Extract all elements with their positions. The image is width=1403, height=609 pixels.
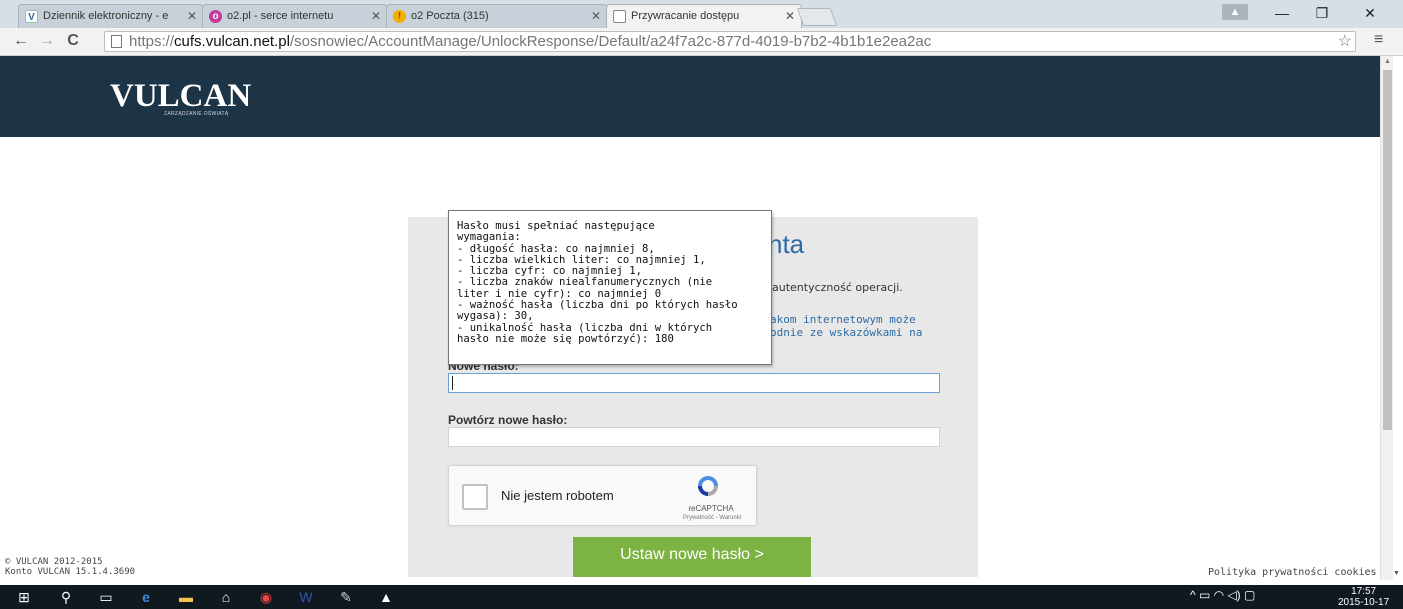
chrome-icon[interactable]: ◉ bbox=[256, 588, 276, 606]
url-text[interactable]: https://cufs.vulcan.net.pl/sosnowiec/Acc… bbox=[129, 33, 931, 51]
user-profile-icon[interactable]: ▲ bbox=[1222, 4, 1248, 20]
tab-label: Dziennik elektroniczny - e bbox=[43, 10, 169, 22]
browser-menu-icon[interactable]: ≡ bbox=[1374, 31, 1383, 49]
task-view-icon[interactable]: ▭ bbox=[96, 588, 116, 606]
back-icon[interactable]: ← bbox=[10, 31, 32, 51]
taskbar-clock[interactable]: 17:57 2015-10-17 bbox=[1338, 586, 1389, 608]
close-tab-icon[interactable]: ✕ bbox=[187, 5, 197, 27]
tab-label: o2 Poczta (315) bbox=[411, 10, 489, 22]
bookmark-star-icon[interactable]: ☆ bbox=[1338, 31, 1352, 51]
vulcan-logo[interactable]: VULCAN bbox=[110, 78, 251, 115]
scroll-down-icon[interactable]: ▼ bbox=[1393, 570, 1400, 577]
recaptcha-widget: Nie jestem robotem reCAPTCHA Prywatność … bbox=[448, 465, 757, 526]
tooltip-line: wygasa): 30, bbox=[457, 310, 534, 323]
word-icon[interactable]: W bbox=[296, 588, 316, 606]
tab-o2-poczta[interactable]: ! o2 Poczta (315) ✕ bbox=[386, 4, 608, 28]
close-tab-icon[interactable]: ✕ bbox=[785, 5, 795, 27]
poczta-favicon-icon: ! bbox=[393, 10, 406, 23]
minimize-icon[interactable]: — bbox=[1262, 2, 1302, 24]
url-scheme: https:// bbox=[129, 33, 175, 50]
browser-toolbar: ← → C https://cufs.vulcan.net.pl/sosnowi… bbox=[0, 28, 1403, 56]
recaptcha-label: Nie jestem robotem bbox=[501, 488, 614, 503]
privacy-link[interactable]: Polityka prywatności cookies bbox=[1208, 567, 1377, 578]
scroll-thumb[interactable] bbox=[1383, 70, 1392, 430]
forward-icon[interactable]: → bbox=[36, 31, 58, 51]
close-window-icon[interactable]: ✕ bbox=[1350, 2, 1390, 24]
panel-description: autentyczność operacji. bbox=[772, 281, 903, 294]
search-icon[interactable]: ⚲ bbox=[56, 588, 76, 606]
edge-icon[interactable]: e bbox=[136, 588, 156, 606]
tooltip-line: wymagania: bbox=[457, 231, 521, 244]
scroll-up-icon[interactable]: ▲ bbox=[1384, 58, 1391, 65]
photos-icon[interactable]: ▲ bbox=[376, 588, 396, 606]
hint-line: akom internetowym może bbox=[770, 313, 916, 326]
tooltip-line: hasło nie może się powtórzyć): 180 bbox=[457, 332, 674, 345]
maximize-icon[interactable]: ❐ bbox=[1302, 2, 1342, 24]
password-requirements-tooltip: Hasło musi spełniać następujące wymagani… bbox=[448, 210, 772, 365]
panel-hint: akom internetowym może odnie ze wskazówk… bbox=[770, 313, 970, 339]
new-password-input[interactable] bbox=[448, 373, 940, 393]
store-icon[interactable]: ⌂ bbox=[216, 588, 236, 606]
close-tab-icon[interactable]: ✕ bbox=[591, 5, 601, 27]
url-host: cufs.vulcan.net.pl bbox=[174, 33, 290, 50]
tab-label: o2.pl - serce internetu bbox=[227, 10, 334, 22]
system-tray[interactable]: ^ ▭ ◠ ◁) ▢ bbox=[1190, 588, 1255, 602]
recaptcha-brand: reCAPTCHA bbox=[688, 504, 734, 513]
start-windows-icon[interactable]: ⊞ bbox=[14, 588, 34, 606]
o2-favicon-icon: o bbox=[209, 10, 222, 23]
recaptcha-checkbox[interactable] bbox=[462, 484, 488, 510]
clock-date: 2015-10-17 bbox=[1338, 597, 1390, 608]
set-password-button[interactable]: Ustaw nowe hasło > bbox=[573, 537, 811, 577]
hint-line: odnie ze wskazówkami na bbox=[770, 326, 923, 339]
copyright-text: © VULCAN 2012-2015 bbox=[5, 557, 103, 567]
page-scrollbar[interactable]: ▲ bbox=[1380, 56, 1393, 580]
site-header: VULCAN ZARZĄDZANIE OŚWIATĄ bbox=[0, 56, 1380, 137]
tab-o2[interactable]: o o2.pl - serce internetu ✕ bbox=[202, 4, 388, 28]
page-favicon-icon bbox=[613, 10, 626, 23]
file-explorer-icon[interactable]: ▬ bbox=[176, 588, 196, 606]
vulcan-favicon-icon: V bbox=[25, 10, 38, 23]
url-path: /sosnowiec/AccountManage/UnlockResponse/… bbox=[289, 33, 932, 50]
paint-icon[interactable]: ✎ bbox=[336, 588, 356, 606]
repeat-password-input[interactable] bbox=[448, 427, 940, 447]
page-icon bbox=[111, 35, 122, 48]
logo-tagline: ZARZĄDZANIE OŚWIATĄ bbox=[164, 111, 229, 117]
close-tab-icon[interactable]: ✕ bbox=[371, 5, 381, 27]
version-text: Konto VULCAN 15.1.4.3690 bbox=[5, 567, 136, 577]
tab-label: Przywracanie dostępu bbox=[631, 10, 740, 22]
panel-title: nta bbox=[768, 229, 805, 259]
new-tab-button[interactable] bbox=[796, 8, 838, 26]
repeat-password-label: Powtórz nowe hasło: bbox=[448, 413, 568, 427]
page-footer-left: © VULCAN 2012-2015 Konto VULCAN 15.1.4.3… bbox=[5, 557, 135, 577]
clock-time: 17:57 bbox=[1351, 586, 1377, 597]
reload-icon[interactable]: C bbox=[62, 31, 84, 51]
recaptcha-logo-icon bbox=[698, 476, 718, 496]
recaptcha-links[interactable]: Prywatność - Warunki bbox=[667, 515, 757, 521]
address-bar[interactable]: https://cufs.vulcan.net.pl/sosnowiec/Acc… bbox=[104, 31, 1356, 52]
tab-dziennik[interactable]: V Dziennik elektroniczny - e ✕ bbox=[18, 4, 204, 28]
text-caret bbox=[452, 376, 453, 390]
browser-tabstrip: V Dziennik elektroniczny - e ✕ o o2.pl -… bbox=[0, 0, 1403, 28]
tab-przywracanie[interactable]: Przywracanie dostępu ✕ bbox=[606, 4, 802, 28]
windows-taskbar: ⊞ ⚲ ▭ e ▬ ⌂ ◉ W ✎ ▲ ^ ▭ ◠ ◁) ▢ 17:57 201… bbox=[0, 585, 1403, 609]
